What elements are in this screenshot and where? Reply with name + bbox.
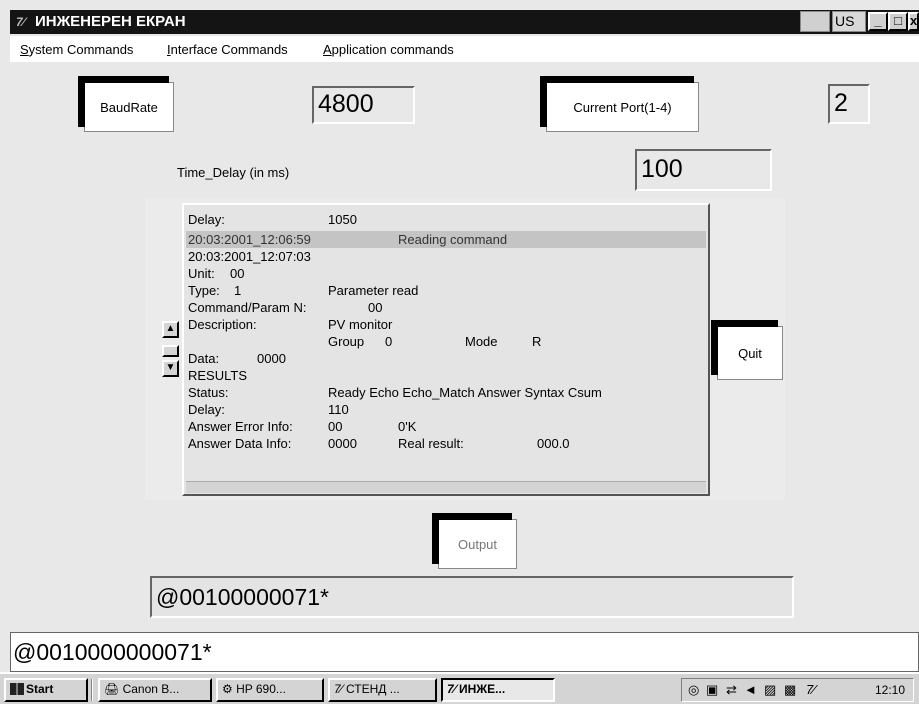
answer-error-label: Answer Error Info: xyxy=(188,419,293,434)
command-param-label: Command/Param N: xyxy=(188,300,307,315)
current-port-field[interactable]: 2 xyxy=(828,84,870,124)
data-value: 0000 xyxy=(257,351,286,366)
taskbar-item-canon-label: Canon B... xyxy=(122,682,180,696)
clock: 12:10 xyxy=(874,683,905,697)
answer-error-value: 00 xyxy=(328,419,343,434)
delay-label: Delay: xyxy=(188,212,225,227)
answer-data-label: Answer Data Info: xyxy=(188,436,292,451)
timestamp-2: 20:03:2001_12:07:03 xyxy=(188,249,311,264)
menu-bar: System Commands Interface Commands Appli… xyxy=(10,36,919,62)
volume-icon[interactable]: ◄ xyxy=(744,682,757,697)
delay2-value: 110 xyxy=(328,402,349,417)
taskbar-item-stend[interactable]: 7⁄ СТЕНД ... xyxy=(328,678,437,702)
type-description: Parameter read xyxy=(328,283,419,298)
delay-value: 1050 xyxy=(328,212,357,227)
type-label: Type: xyxy=(188,283,220,298)
taskbar-item-inzh[interactable]: 7⁄ ИНЖЕ... xyxy=(441,678,555,702)
system-tray: ◎ ▣ ⇄ ◄ ▨ ▩ 7⁄ 12:10 xyxy=(681,678,914,702)
output-button[interactable]: Output xyxy=(432,513,517,569)
minimize-button[interactable]: _ xyxy=(868,12,888,31)
baudrate-field[interactable]: 4800 xyxy=(312,86,415,124)
current-port-label: Current Port(1-4) xyxy=(573,99,672,115)
scroll-down-button[interactable]: ▼ xyxy=(162,360,179,377)
info-panel: Delay: 1050 20:03:2001_12:06:59 Reading … xyxy=(182,203,710,496)
taskbar-item-inzh-label: ИНЖЕ... xyxy=(459,682,506,696)
unit-value: 00 xyxy=(230,266,245,281)
time-delay-value: 100 xyxy=(641,155,683,183)
type-value: 1 xyxy=(234,283,242,298)
language-indicator[interactable]: US xyxy=(832,11,866,32)
status-line: @0010000000071* xyxy=(10,632,919,672)
windows-flag-icon xyxy=(10,683,24,695)
unit-label: Unit: xyxy=(188,266,215,281)
menu-application-commands[interactable]: Application commands xyxy=(323,42,454,57)
time-delay-label: Time_Delay (in ms) xyxy=(177,165,290,180)
close-button[interactable]: x xyxy=(908,12,919,31)
output-field[interactable]: @00100000071* xyxy=(150,576,794,618)
command-param-value: 00 xyxy=(368,300,383,315)
current-port-value: 2 xyxy=(834,89,848,117)
display-icon[interactable]: ▨ xyxy=(764,682,776,698)
baudrate-label: BaudRate xyxy=(100,99,158,115)
current-port-button[interactable]: Current Port(1-4) xyxy=(540,76,699,132)
baudrate-value: 4800 xyxy=(318,90,374,118)
mode-value: R xyxy=(532,334,542,349)
timestamp-1: 20:03:2001_12:06:59 xyxy=(188,232,311,247)
scroll-thumb[interactable] xyxy=(162,345,179,357)
answer-error-message: 0'K xyxy=(398,419,417,434)
real-result-label: Real result: xyxy=(398,436,464,451)
printer-icon: ⚙ xyxy=(222,682,237,696)
taskbar-separator xyxy=(91,679,93,701)
real-result-value: 000.0 xyxy=(537,436,570,451)
mode-label: Mode xyxy=(465,334,498,349)
baudrate-button[interactable]: BaudRate xyxy=(78,76,174,132)
quit-button[interactable]: Quit xyxy=(711,320,783,380)
output-label: Output xyxy=(457,536,498,552)
timestamp-1-message: Reading command xyxy=(398,232,508,247)
description-label: Description: xyxy=(188,317,257,332)
menu-system-commands[interactable]: System Commands xyxy=(20,42,133,57)
start-label: Start xyxy=(26,682,54,696)
title-bar: 7⁄ ИНЖЕНЕРЕН ЕКРАН US _ □ x xyxy=(10,10,919,34)
language-blank xyxy=(800,11,830,32)
scroll-up-button[interactable]: ▲ xyxy=(162,321,179,338)
taskbar-item-hp[interactable]: ⚙ HP 690... xyxy=(216,678,324,702)
group-value: 0 xyxy=(385,334,393,349)
printer-icon: 🖨 xyxy=(104,682,123,696)
sync-icon[interactable]: ⇄ xyxy=(726,682,737,698)
app-icon: 7⁄ xyxy=(16,15,25,29)
window-title: ИНЖЕНЕРЕН ЕКРАН xyxy=(35,13,186,30)
data-label: Data: xyxy=(188,351,220,366)
output-value: @00100000071* xyxy=(156,584,330,610)
delay2-label: Delay: xyxy=(188,402,225,417)
app-icon: 7⁄ xyxy=(447,682,460,696)
answer-data-value: 0000 xyxy=(328,436,357,451)
results-heading: RESULTS xyxy=(188,368,247,383)
app-window: 7⁄ ИНЖЕНЕРЕН ЕКРАН US _ □ x System Comma… xyxy=(0,0,919,704)
menu-interface-commands[interactable]: Interface Commands xyxy=(167,42,288,57)
taskbar: Start 🖨 Canon B... ⚙ HP 690... 7⁄ СТЕНД … xyxy=(0,672,919,704)
taskbar-item-hp-label: HP 690... xyxy=(236,682,286,696)
quit-label: Quit xyxy=(738,345,762,361)
status-line-text: @0010000000071* xyxy=(13,639,212,665)
status-label: Status: xyxy=(188,385,229,400)
app-tray-icon[interactable]: 7⁄ xyxy=(806,682,815,697)
status-value: Ready Echo Echo_Match Answer Syntax Csum xyxy=(328,385,602,400)
description-value: PV monitor xyxy=(328,317,393,332)
app-icon: 7⁄ xyxy=(334,682,347,696)
start-button[interactable]: Start xyxy=(4,678,88,702)
taskbar-item-stend-label: СТЕНД ... xyxy=(346,682,400,696)
maximize-button[interactable]: □ xyxy=(888,12,908,31)
group-label: Group xyxy=(328,334,365,349)
taskbar-item-canon[interactable]: 🖨 Canon B... xyxy=(98,678,212,702)
time-delay-field[interactable]: 100 xyxy=(635,149,772,191)
network-icon[interactable]: ▣ xyxy=(706,682,718,698)
info-horizontal-scrollbar[interactable] xyxy=(186,481,706,493)
video-icon[interactable]: ▩ xyxy=(784,682,796,698)
cd-icon[interactable]: ◎ xyxy=(688,682,699,698)
